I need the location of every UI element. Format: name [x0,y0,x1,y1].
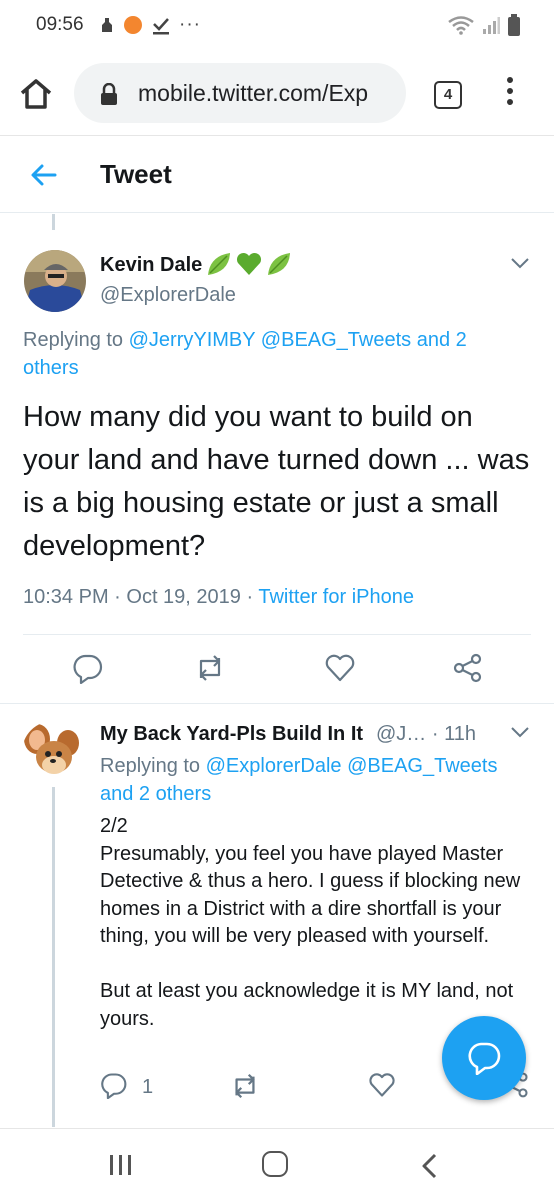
retweet-icon[interactable] [194,652,226,684]
tweet-source[interactable]: Twitter for iPhone [258,586,414,608]
like-heart-icon[interactable] [324,652,356,684]
tab-switcher-button[interactable]: 4 [434,81,462,109]
reply-icon[interactable] [72,652,104,684]
author-name[interactable]: My Back Yard-Pls Build In It [100,723,363,746]
avatar[interactable] [22,721,84,783]
system-icons [448,14,520,36]
retweet-icon[interactable] [230,1071,260,1101]
green-heart-icon [236,252,262,275]
leaf-icon [208,253,230,275]
more-dots-icon: ··· [179,14,201,35]
author-handle-and-age: @J… · 11h [376,723,476,745]
chevron-down-icon[interactable] [510,725,530,739]
page-title: Tweet [100,159,172,189]
compose-reply-button[interactable] [442,1016,526,1100]
address-bar[interactable]: mobile.twitter.com/Exp [74,63,406,123]
reply-count: 1 [142,1076,154,1098]
name-emojis [205,250,293,278]
browser-home-icon[interactable] [18,76,54,112]
replying-to: Replying to @ExplorerDale @BEAG_Tweets a… [100,755,498,805]
lock-icon [101,83,117,105]
system-nav-bar [0,1128,554,1200]
reply-bubble-icon [468,1042,501,1075]
status-time: 09:56 [36,14,84,35]
divider [23,634,531,635]
avatar[interactable] [24,250,86,312]
chevron-down-icon[interactable] [510,256,530,270]
tweet-text: How many did you want to build on your l… [23,401,530,562]
wifi-icon [448,16,474,35]
back-nav-icon[interactable] [420,1153,440,1179]
leaf-icon [268,253,290,275]
reply-icon[interactable] [100,1071,128,1099]
signal-icon [483,17,500,34]
tweet-text: 2/2 Presumably, you feel you have played… [100,815,521,1030]
home-nav-icon[interactable] [262,1151,288,1177]
like-heart-icon[interactable] [368,1071,396,1099]
tweet-meta: 10:34 PM · Oct 19, 2019 · Twitter for iP… [23,586,414,608]
tweet-date[interactable]: Oct 19, 2019 [126,586,241,608]
notification-icons: ··· [100,14,201,36]
share-icon[interactable] [452,652,484,684]
tweet-actions [0,652,554,692]
check-download-icon [153,18,169,35]
thread-connector [52,214,55,230]
focused-tweet: Kevin Dale @ExplorerDale Replying to @Je… [0,214,554,704]
author-name[interactable]: Kevin Dale [100,254,202,277]
recent-apps-icon[interactable] [108,1153,134,1177]
author-handle[interactable]: @ExplorerDale [100,284,236,307]
browser-menu-icon[interactable] [500,77,520,109]
notification-icon [102,18,112,32]
orange-dot-icon [124,16,142,34]
tweet-age[interactable]: 11h [444,723,476,745]
replying-to: Replying to @JerryYIMBY @BEAG_Tweets and… [23,329,467,379]
tweet-time[interactable]: 10:34 PM [23,586,109,608]
browser-toolbar: mobile.twitter.com/Exp 4 [0,50,554,136]
battery-icon [508,14,520,36]
back-arrow-icon[interactable] [30,161,58,189]
page-header: Tweet [0,137,554,213]
status-bar: 09:56 ··· [0,0,554,50]
url-text: mobile.twitter.com/Exp [138,80,369,106]
